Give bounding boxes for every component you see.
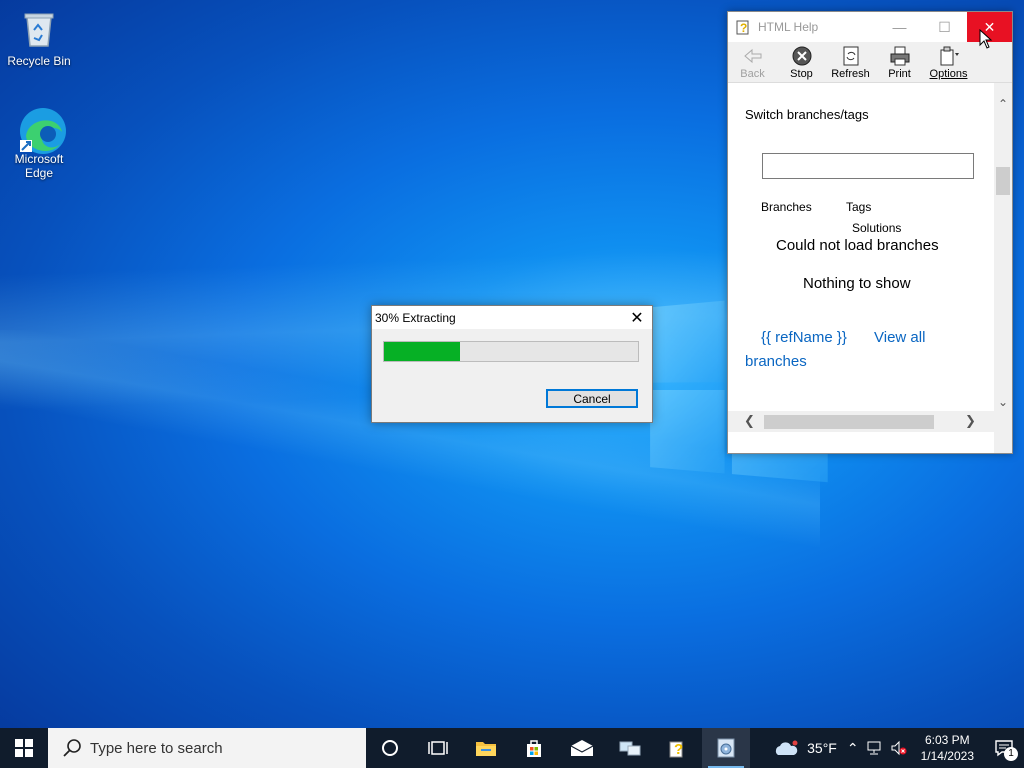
task-view-button[interactable] bbox=[414, 728, 462, 768]
vertical-scrollbar[interactable]: ⌃ ⌄ bbox=[994, 83, 1012, 432]
scroll-left-icon[interactable]: ❮ bbox=[744, 413, 755, 429]
horizontal-scrollbar[interactable]: ❮ ❯ bbox=[728, 411, 994, 432]
scroll-up-icon[interactable]: ⌃ bbox=[994, 97, 1012, 111]
load-error-message: Could not load branches bbox=[776, 237, 939, 254]
stop-icon bbox=[791, 45, 813, 67]
options-icon bbox=[938, 45, 960, 67]
cortana-circle-icon bbox=[382, 740, 398, 756]
vertical-scroll-thumb[interactable] bbox=[996, 167, 1010, 195]
edge-icon bbox=[18, 106, 66, 154]
clock-date: 1/14/2023 bbox=[920, 749, 974, 763]
ref-name-link[interactable]: {{ refName }} bbox=[761, 329, 847, 346]
help-content-pane: Switch branches/tags Branches Tags Solut… bbox=[728, 83, 994, 432]
task-view-icon bbox=[428, 741, 448, 755]
help-app-icon: ? bbox=[735, 18, 753, 36]
notification-count-badge: 1 bbox=[1004, 747, 1018, 761]
stop-button[interactable]: Stop bbox=[777, 42, 826, 82]
store-icon bbox=[527, 740, 541, 757]
clock-time: 6:03 PM bbox=[924, 733, 970, 747]
desktop-icon-recycle-bin[interactable]: Recycle Bin bbox=[3, 8, 75, 68]
branch-filter-input[interactable] bbox=[762, 153, 974, 179]
installer-icon bbox=[717, 738, 735, 758]
start-button[interactable] bbox=[0, 728, 48, 768]
horizontal-scroll-thumb[interactable] bbox=[764, 415, 934, 429]
mail-icon bbox=[570, 740, 594, 756]
help-app-icon: ? bbox=[669, 741, 683, 758]
windows-icon bbox=[15, 739, 33, 757]
view-all-link[interactable]: View all bbox=[874, 329, 925, 346]
taskbar-mail[interactable] bbox=[558, 728, 606, 768]
solutions-label: Solutions bbox=[852, 221, 902, 235]
scroll-down-icon[interactable]: ⌄ bbox=[994, 395, 1012, 409]
taskbar-file-explorer[interactable] bbox=[462, 728, 510, 768]
tab-branches[interactable]: Branches bbox=[761, 200, 812, 214]
taskbar-clock[interactable]: 6:03 PM 1/14/2023 bbox=[911, 732, 984, 764]
recycle-bin-icon bbox=[18, 8, 60, 50]
extract-progress-fill bbox=[384, 342, 461, 361]
scrollbar-corner bbox=[994, 432, 1012, 453]
folder-icon bbox=[476, 742, 496, 756]
branches-link[interactable]: branches bbox=[745, 353, 807, 370]
dialog-close-icon[interactable]: ✕ bbox=[622, 308, 652, 328]
maximize-icon: ☐ bbox=[938, 18, 951, 35]
extract-progress-bar bbox=[383, 341, 639, 362]
refresh-button[interactable]: Refresh bbox=[826, 42, 875, 82]
desktop-icon-label: Microsoft Edge bbox=[14, 152, 64, 180]
extracting-dialog: 30% Extracting ✕ Cancel bbox=[371, 305, 653, 423]
taskbar-microsoft-store[interactable] bbox=[510, 728, 558, 768]
show-hidden-icons-chevron-icon[interactable]: ⌃ bbox=[843, 740, 863, 757]
mouse-cursor-icon bbox=[979, 28, 993, 54]
taskbar-installer[interactable] bbox=[702, 728, 750, 768]
network-icon[interactable] bbox=[866, 740, 884, 756]
back-button[interactable]: Back bbox=[728, 42, 777, 82]
taskbar: Type here to search ? 35°F ⌃ 6:03 PM 1/1… bbox=[0, 728, 1024, 768]
svg-text:?: ? bbox=[674, 741, 683, 758]
switch-branches-heading: Switch branches/tags bbox=[745, 107, 869, 122]
network-computers-icon bbox=[619, 741, 641, 756]
back-arrow-icon bbox=[742, 45, 764, 67]
search-icon bbox=[63, 739, 81, 757]
options-button[interactable]: Options bbox=[924, 42, 973, 82]
system-tray: 35°F ⌃ 6:03 PM 1/14/2023 1 bbox=[767, 728, 1024, 768]
taskbar-search-box[interactable]: Type here to search bbox=[48, 728, 366, 768]
html-help-window: ? HTML Help — ☐ ✕ Back Stop Refresh Prin… bbox=[727, 11, 1013, 454]
taskbar-html-help[interactable]: ? bbox=[654, 728, 702, 768]
action-center-button[interactable]: 1 bbox=[984, 728, 1024, 768]
cortana-button[interactable] bbox=[366, 728, 414, 768]
extracting-dialog-titlebar[interactable]: 30% Extracting ✕ bbox=[372, 306, 652, 329]
desktop-icon-label: Recycle Bin bbox=[7, 54, 71, 68]
printer-icon bbox=[889, 45, 911, 67]
desktop-icon-microsoft-edge[interactable]: Microsoft Edge bbox=[3, 106, 75, 180]
maximize-button[interactable]: ☐ bbox=[922, 12, 967, 42]
minimize-icon: — bbox=[892, 19, 907, 35]
weather-widget[interactable]: 35°F bbox=[767, 738, 843, 758]
help-window-titlebar[interactable]: ? HTML Help — ☐ ✕ bbox=[728, 12, 1012, 42]
minimize-button[interactable]: — bbox=[877, 12, 922, 42]
taskbar-network-app[interactable] bbox=[606, 728, 654, 768]
refresh-icon bbox=[840, 45, 862, 67]
tab-tags[interactable]: Tags bbox=[846, 200, 871, 214]
help-toolbar: Back Stop Refresh Print Options bbox=[728, 42, 1012, 83]
extracting-dialog-title: 30% Extracting bbox=[375, 310, 456, 325]
volume-muted-icon[interactable] bbox=[890, 740, 908, 756]
empty-state-message: Nothing to show bbox=[803, 275, 911, 292]
print-button[interactable]: Print bbox=[875, 42, 924, 82]
weather-temperature: 35°F bbox=[807, 740, 837, 756]
help-window-title: HTML Help bbox=[758, 20, 819, 34]
cancel-button[interactable]: Cancel bbox=[546, 389, 638, 408]
search-placeholder: Type here to search bbox=[90, 739, 223, 757]
cloud-icon bbox=[776, 740, 798, 755]
svg-text:?: ? bbox=[740, 21, 747, 35]
scroll-right-icon[interactable]: ❯ bbox=[965, 413, 976, 429]
